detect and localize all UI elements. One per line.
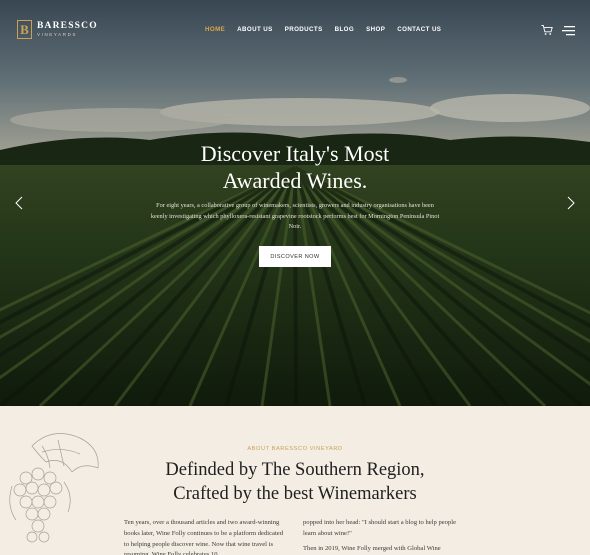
cart-icon[interactable] (541, 24, 553, 36)
about-column-left: Ten years, over a thousand articles and … (124, 518, 289, 555)
brand-name: BARESSCO (37, 20, 98, 31)
nav-item-blog[interactable]: BLOG (335, 26, 354, 33)
discover-now-button[interactable]: DISCOVER NOW (259, 246, 331, 267)
about-title: Definded by The Southern Region, Crafted… (0, 459, 590, 506)
brand-logo[interactable]: B BARESSCO VINEYARDS (17, 20, 98, 39)
chevron-left-icon[interactable] (15, 196, 23, 210)
main-nav: HOME ABOUT US PRODUCTS BLOG SHOP CONTACT… (205, 26, 441, 33)
logo-mark: B (17, 20, 32, 39)
chevron-right-icon[interactable] (567, 196, 575, 210)
hamburger-menu-icon[interactable] (562, 25, 575, 36)
hero-title: Discover Italy's Most Awarded Wines. (0, 140, 590, 194)
about-paragraph: Then in 2019, Wine Folly merged with Glo… (303, 544, 441, 552)
about-section: ABOUT BARESSCO VINEYARD Definded by The … (0, 406, 590, 555)
hero-title-line-2: Awarded Wines. (222, 168, 368, 193)
nav-item-about-us[interactable]: ABOUT US (237, 26, 273, 33)
about-paragraph: popped into her head: "I should start a … (303, 519, 457, 537)
about-eyebrow: ABOUT BARESSCO VINEYARD (247, 446, 343, 452)
nav-item-products[interactable]: PRODUCTS (285, 26, 323, 33)
nav-item-shop[interactable]: SHOP (366, 26, 385, 33)
about-title-line-2: Crafted by the best Winemarkers (173, 483, 417, 504)
nav-item-contact-us[interactable]: CONTACT US (397, 26, 441, 33)
about-paragraph: Ten years, over a thousand articles and … (124, 519, 284, 555)
brand-tagline: VINEYARDS (37, 32, 78, 37)
about-column-right: popped into her head: "I should start a … (303, 518, 468, 554)
logo-text: BARESSCO VINEYARDS (37, 20, 98, 38)
hero-title-line-1: Discover Italy's Most (200, 141, 390, 166)
hero-description: For eight years, a collaborative group o… (150, 202, 440, 230)
about-title-line-1: Definded by The Southern Region, (165, 460, 425, 480)
nav-item-home[interactable]: HOME (205, 26, 225, 33)
